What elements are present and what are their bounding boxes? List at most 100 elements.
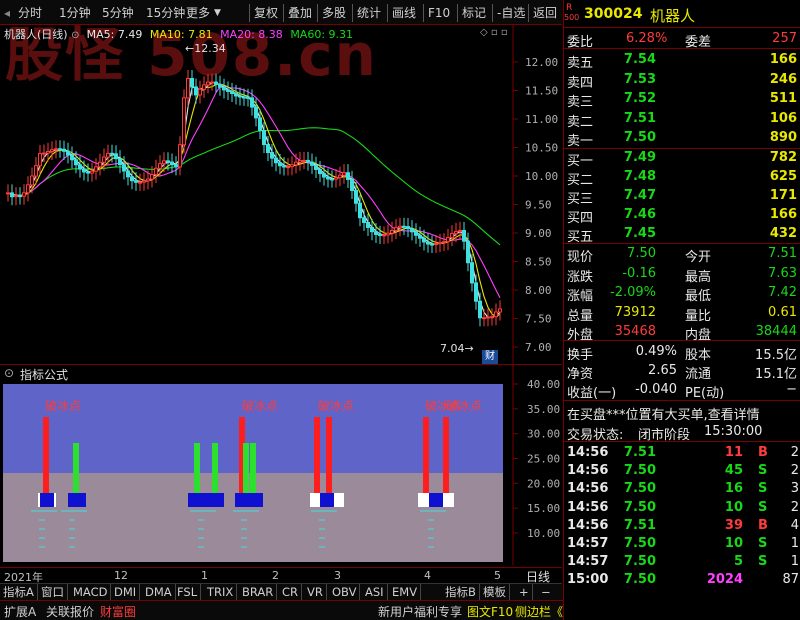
tab-macd[interactable]: MACD	[70, 584, 112, 600]
trade-row: 14:57 7.50 5 S 1	[567, 554, 799, 570]
tab-window[interactable]: 窗口	[38, 584, 68, 600]
tab-asi[interactable]: ASI	[362, 584, 388, 600]
signal-bar-red	[443, 417, 449, 493]
candle-body	[14, 195, 18, 198]
candle-body	[62, 148, 66, 152]
indicator-tick: 15.00	[527, 502, 560, 515]
candle-body	[42, 152, 46, 155]
candle-body	[22, 192, 26, 197]
candle-body	[150, 174, 154, 180]
candle-body	[458, 229, 462, 232]
candle-body	[18, 195, 22, 198]
indicator-tick: 25.00	[527, 453, 560, 466]
candle-body	[438, 241, 442, 245]
tab-indicator-a[interactable]: 指标A	[0, 584, 38, 600]
indicator-tick: 30.00	[527, 428, 560, 441]
settings-icon[interactable]: ⊙	[71, 30, 83, 41]
signal-bar-red	[326, 417, 332, 493]
candle-body	[90, 170, 94, 174]
tab-obv[interactable]: OBV	[329, 584, 361, 600]
candle-body	[274, 157, 278, 164]
signal-bar-red	[314, 417, 320, 493]
candle-body	[374, 231, 378, 235]
tab-fsl[interactable]: FSL	[174, 584, 202, 600]
candle-body	[278, 162, 282, 167]
tab-template[interactable]: 模板	[480, 584, 510, 600]
signal-base	[235, 493, 263, 507]
candle-body	[170, 161, 174, 166]
candle-body	[130, 176, 134, 182]
btn-f10[interactable]: F10	[423, 4, 450, 22]
big-order-notice[interactable]: 在买盘***位置有大买单,查看详情	[564, 402, 800, 423]
candle-body	[342, 172, 346, 176]
candle-body	[306, 159, 310, 163]
bid-level-row: 买四 7.46 166	[567, 207, 797, 226]
candle-body	[258, 117, 262, 131]
price-tick: 11.50	[525, 85, 558, 98]
add-tab-button[interactable]: +	[516, 584, 533, 600]
btn-remove-watchlist[interactable]: -自选	[492, 4, 525, 22]
tab-indicator-b[interactable]: 指标B	[442, 584, 480, 600]
candle-body	[114, 153, 118, 160]
tab-vr[interactable]: VR	[304, 584, 327, 600]
btn-new-user[interactable]: 新用户福利专享	[378, 603, 462, 620]
tab-brar[interactable]: BRAR	[239, 584, 278, 600]
btn-mark[interactable]: 标记	[457, 4, 486, 22]
candle-body	[166, 160, 170, 163]
candle-body	[110, 152, 114, 155]
btn-related-quote[interactable]: 关联报价	[46, 603, 94, 620]
candle-body	[462, 229, 466, 242]
signal-bar-green	[194, 443, 200, 493]
price-tick: 8.00	[525, 284, 552, 297]
tab-cr[interactable]: CR	[279, 584, 303, 600]
candle-body	[322, 173, 326, 178]
btn-draw-line[interactable]: 画线	[387, 4, 416, 22]
candle-body	[454, 230, 458, 235]
candle-body	[410, 228, 414, 233]
candle-body	[138, 181, 142, 184]
candle-body	[402, 225, 406, 228]
ask-level-row: 卖三 7.52 511	[567, 91, 797, 110]
chart-tools-icons[interactable]: ◇ ▫ ▫	[480, 27, 508, 38]
btn-wealth-circle[interactable]: 财富圈	[100, 603, 136, 620]
btn-extend-a[interactable]: 扩展A	[4, 603, 36, 620]
tab-dma[interactable]: DMA	[142, 584, 176, 600]
indicator-tick: 35.00	[527, 403, 560, 416]
ask-level-row: 卖五 7.54 166	[567, 52, 797, 71]
candle-body	[390, 229, 394, 234]
btn-back[interactable]: 返回	[528, 4, 557, 22]
signal-base	[68, 493, 86, 507]
candle-body	[178, 144, 182, 168]
signal-label: 破冰点	[446, 399, 483, 413]
price-tick: 10.50	[525, 142, 558, 155]
candle-body	[294, 161, 298, 166]
candle-body	[238, 95, 242, 98]
bid-level-row: 买一 7.49 782	[567, 150, 797, 169]
high-marker: ←12.34	[185, 42, 226, 55]
btn-f10-graphic[interactable]: 图文F10	[467, 603, 513, 620]
candle-body	[98, 161, 102, 168]
indicator-tick: 20.00	[527, 477, 560, 490]
indicator-chart[interactable]: 40.00 35.00 30.00 25.00 20.00 15.00 10.00	[0, 365, 562, 565]
date-label-feb: 2	[272, 569, 279, 582]
fundamental-row: 换手 0.49% 股本 15.5亿	[567, 344, 797, 363]
stock-header: R 500 300024 机器人	[564, 4, 800, 26]
candle-body	[466, 240, 470, 264]
btn-sidebar[interactable]: 侧边栏《	[515, 603, 563, 620]
trade-row: 15:00 7.50 2024 87	[567, 572, 799, 588]
remove-tab-button[interactable]: −	[538, 584, 554, 600]
candle-body	[142, 180, 146, 183]
signal-bar-green	[243, 443, 249, 493]
candle-body	[486, 316, 490, 319]
candle-body	[446, 237, 450, 243]
tab-trix[interactable]: TRIX	[204, 584, 238, 600]
date-label-dec: 12	[114, 569, 128, 582]
candle-body	[326, 176, 330, 180]
tab-emv[interactable]: EMV	[389, 584, 422, 600]
ma10-label: MA10: 7.81	[149, 28, 213, 41]
tab-dmi[interactable]: DMI	[111, 584, 141, 600]
finance-tag[interactable]: 财	[482, 350, 498, 364]
price-tick: 7.50	[525, 313, 552, 326]
candle-body	[442, 241, 446, 244]
candle-body	[370, 226, 374, 233]
